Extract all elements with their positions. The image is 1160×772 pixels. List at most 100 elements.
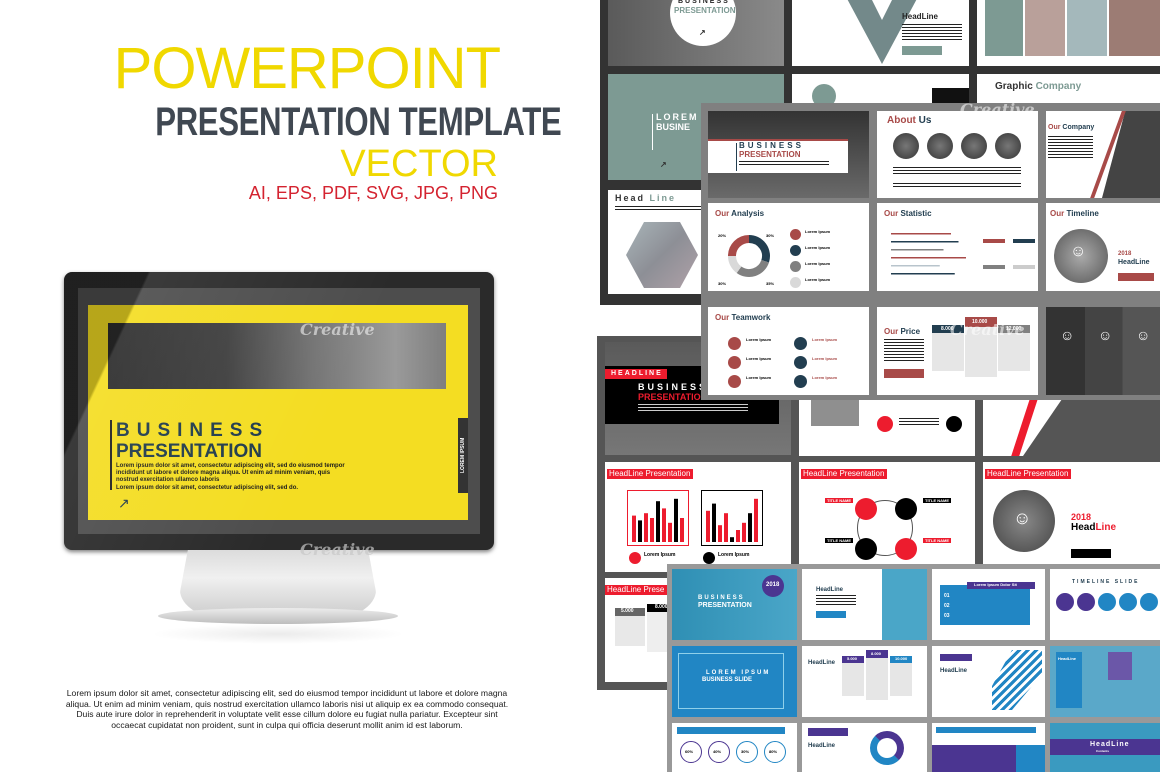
divider	[110, 420, 112, 490]
blue-cover-slide: 2018 BUSINESS PRESENTATION	[672, 569, 797, 640]
title-accent: Our	[1050, 209, 1065, 218]
item-label: Lorem Ipsum	[805, 261, 831, 266]
bar-chart-a	[627, 490, 689, 546]
chart-bar	[674, 498, 678, 542]
label: TITLE NAME	[825, 498, 853, 503]
blue-timeline-slide: TIMELINE SLIDE	[1050, 569, 1160, 640]
item-label: Lorem Ipsum	[805, 277, 831, 282]
banner: Lorem Ipsum Dolor Sit	[974, 582, 1017, 587]
blue-section-slide: LOREM IPSUM BUSINESS SLIDE	[672, 646, 797, 717]
title-rest: Company	[1062, 124, 1095, 131]
price: 5.000	[847, 656, 858, 661]
arrow-icon: ↗	[660, 160, 667, 169]
label: TITLE NAME	[923, 498, 951, 503]
headline-light: Line	[649, 193, 677, 203]
title-rest: Statistic	[900, 209, 932, 218]
stat-bar	[891, 273, 955, 275]
pct-label: 35%	[766, 281, 775, 286]
percent: 30%	[741, 749, 750, 754]
price: 8.000	[941, 326, 954, 332]
year: 2018	[1071, 512, 1092, 522]
chart-bar	[662, 508, 666, 542]
title-rest: Teamwork	[731, 313, 771, 322]
title-accent: Our	[884, 209, 899, 218]
headline: HeadLine	[1058, 656, 1077, 661]
slide-title: HeadLine Presentation	[987, 469, 1069, 478]
donut-segment	[748, 235, 770, 263]
pct-label: 30%	[766, 233, 775, 238]
user-icon: ☺	[1136, 327, 1151, 343]
maroon-analysis-slide: Our Analysis 20% 30% 30% 35% Lorem Ipsum…	[708, 203, 869, 291]
item-label: Lorem Ipsum	[805, 245, 831, 250]
chart-bar	[656, 501, 660, 542]
maroon-teamwork-slide: Our Teamwork Lorem Ipsum Lorem Ipsum Lor…	[708, 307, 869, 395]
headline-red: Line	[1095, 522, 1117, 533]
year: 2018	[766, 582, 780, 588]
donut-segment	[736, 259, 769, 277]
user-icon: ☺	[1013, 508, 1032, 528]
pct-label: 30%	[718, 281, 727, 286]
timeline-title: TIMELINE SLIDE	[1072, 579, 1140, 585]
stat-bar	[891, 241, 959, 243]
num: 03	[944, 613, 950, 619]
price: 10.000	[972, 319, 988, 325]
user-icon: ☺	[1060, 327, 1075, 343]
chart-bar	[668, 522, 672, 542]
slide-title: HeadLine Presentation	[803, 469, 885, 478]
heading: BUSINESS	[638, 382, 709, 392]
chart-bar	[632, 515, 636, 542]
heading: BUSINESS	[739, 141, 804, 150]
bar-chart-b	[701, 490, 763, 546]
title-dark: Graphic	[995, 81, 1033, 92]
item-label: Lorem Ipsum	[746, 356, 772, 361]
maroon-about-slide: About Us	[877, 111, 1038, 198]
num: 02	[944, 603, 950, 609]
tag: HEADLINE	[611, 370, 663, 377]
arrow-icon: ↗	[118, 495, 130, 511]
pct-label: 20%	[718, 233, 727, 238]
title-light: Company	[1035, 81, 1082, 92]
maroon-statistic-slide: Our Statistic	[877, 203, 1038, 291]
chart-bar	[644, 513, 648, 542]
red-barchart-slide: HeadLine Presentation Lorem Ipsum Lorem …	[605, 462, 791, 572]
blue-list-slide: Lorem Ipsum Dolor Sit 01 02 03	[932, 569, 1045, 640]
user-icon: ☺	[1098, 327, 1113, 343]
heading: LOREM	[656, 112, 699, 122]
slide-title: HeadLine Presentation	[609, 469, 691, 478]
title-powerpoint: POWERPOINT	[113, 36, 501, 101]
item-label: Lorem Ipsum	[812, 375, 838, 380]
label: TITLE NAME	[825, 538, 853, 543]
statistic-bar-chart	[891, 233, 966, 275]
title-rest: Analysis	[731, 209, 765, 218]
blue-donut-slide: HeadLine	[802, 723, 927, 772]
maroon-people-slide: ☺ ☺ ☺	[1046, 307, 1160, 395]
blue-percent-slide: 60% 40% 30% 80%	[672, 723, 797, 772]
title-rest: Us	[918, 115, 932, 126]
side-tab-label: LOREM IPSUM	[458, 418, 468, 493]
slide-body-text: Lorem ipsum dolor sit amet, consectetur …	[116, 463, 345, 483]
num: 01	[944, 593, 950, 599]
chart-bar	[712, 503, 716, 542]
chart-bar	[638, 520, 642, 542]
closing-sub: Contents	[1096, 749, 1109, 753]
donut-segment	[728, 235, 750, 257]
closing-title: HeadLine	[1090, 741, 1130, 748]
item-label: Lorem Ipsum	[812, 337, 838, 342]
legend-label: Lorem Ipsum	[644, 552, 676, 558]
slide-body-text-2: Lorem ipsum dolor sit amet, consectetur …	[116, 485, 299, 491]
percent: 80%	[769, 749, 778, 754]
description-text: Lorem ipsum dolor sit amet, consectetur …	[65, 688, 509, 730]
title-accent: About	[887, 115, 916, 126]
chart-bar	[748, 513, 752, 542]
chart-bar	[650, 518, 654, 542]
chart-bar	[754, 498, 758, 542]
city-photo	[108, 323, 446, 389]
label: TITLE NAME	[923, 538, 951, 543]
chart-bar	[706, 510, 710, 542]
title-accent: Our	[715, 209, 730, 218]
heading: LOREM IPSUM	[706, 670, 771, 676]
percent: 60%	[685, 749, 694, 754]
sage-headline-slide: HeadLine	[792, 0, 969, 66]
blue-closing-slide: HeadLine Contents	[1050, 723, 1160, 772]
chart-bar	[742, 522, 746, 542]
